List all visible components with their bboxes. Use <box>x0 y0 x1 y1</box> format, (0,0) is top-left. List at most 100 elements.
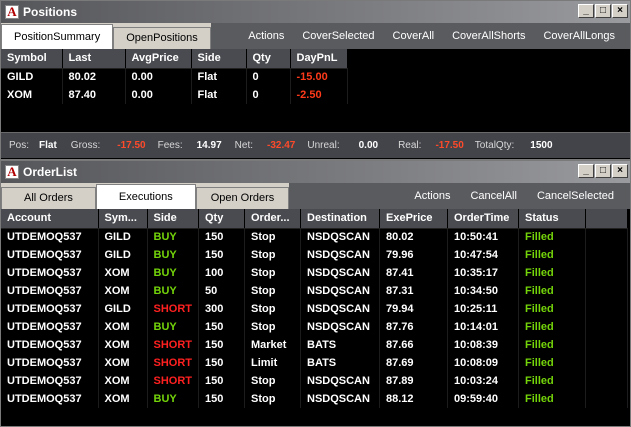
cover-all-button[interactable]: CoverAll <box>384 30 444 42</box>
cell-symbol: GILD <box>98 246 148 264</box>
cell-qty: 150 <box>198 336 245 354</box>
col-header-ordertime[interactable]: OrderTime <box>447 209 519 229</box>
close-button[interactable]: × <box>612 164 628 178</box>
maximize-button[interactable]: □ <box>595 4 611 18</box>
app-logo-icon: A <box>5 5 19 19</box>
tab-all-orders[interactable]: All Orders <box>1 187 96 209</box>
cell-qty: 150 <box>198 390 245 408</box>
totalqty-value: 1500 <box>530 140 553 151</box>
tab-position-summary[interactable]: PositionSummary <box>1 24 114 49</box>
cancel-all-button[interactable]: CancelAll <box>460 190 526 202</box>
table-row[interactable]: XOM 87.40 0.00 Flat 0 -2.50 <box>1 86 348 104</box>
tab-open-positions[interactable]: OpenPositions <box>113 27 211 49</box>
cell-exeprice: 88.12 <box>379 390 448 408</box>
col-header-status[interactable]: Status <box>518 209 586 229</box>
table-row[interactable]: UTDEMOQ537 XOM BUY 100 Stop NSDQSCAN 87.41 10:3… <box>1 264 628 282</box>
cell-side: BUY <box>147 318 199 336</box>
cell-filler <box>585 372 628 390</box>
minimize-button[interactable]: _ <box>578 164 594 178</box>
cell-qty: 300 <box>198 300 245 318</box>
col-header-account[interactable]: Account <box>1 209 99 229</box>
positions-table: Symbol Last AvgPrice Side Qty DayPnL GIL… <box>1 49 348 104</box>
pos-value: Flat <box>39 140 57 151</box>
cell-destination: NSDQSCAN <box>300 372 380 390</box>
cell-ordertime: 10:03:24 <box>447 372 519 390</box>
tab-executions[interactable]: Executions <box>95 184 196 209</box>
table-row[interactable]: UTDEMOQ537 XOM SHORT 150 Stop NSDQSCAN 87.89 10… <box>1 372 628 390</box>
minimize-button[interactable]: _ <box>578 4 594 18</box>
col-header-side[interactable]: Side <box>191 49 247 69</box>
cell-qty: 150 <box>198 246 245 264</box>
cover-all-longs-button[interactable]: CoverAllLongs <box>534 30 624 42</box>
table-row[interactable]: UTDEMOQ537 XOM SHORT 150 Market BATS 87.66 10:0… <box>1 336 628 354</box>
actions-menu[interactable]: Actions <box>404 190 460 202</box>
table-row[interactable]: UTDEMOQ537 XOM BUY 150 Stop NSDQSCAN 88.12 09:5… <box>1 390 628 408</box>
cell-symbol: GILD <box>98 300 148 318</box>
cell-status: Filled <box>518 390 586 408</box>
cell-ordertime: 10:47:54 <box>447 246 519 264</box>
col-header-order-type[interactable]: Order... <box>244 209 301 229</box>
cancel-selected-button[interactable]: CancelSelected <box>527 190 624 202</box>
pos-label: Pos: <box>9 140 30 151</box>
cell-avgprice: 0.00 <box>125 68 192 86</box>
orderlist-window: A OrderList _ □ × All Orders Executions … <box>0 160 631 427</box>
col-header-avgprice[interactable]: AvgPrice <box>125 49 192 69</box>
gross-label: Gross: <box>70 140 101 151</box>
col-header-exeprice[interactable]: ExePrice <box>379 209 448 229</box>
cell-symbol: XOM <box>98 354 148 372</box>
cell-exeprice: 87.31 <box>379 282 448 300</box>
cell-ordertime: 10:08:09 <box>447 354 519 372</box>
orders-table-container: Account Sym... Side Qty Order... Destina… <box>1 209 630 426</box>
cell-filler <box>585 336 628 354</box>
real-value: -17.50 <box>435 140 464 151</box>
cell-exeprice: 87.89 <box>379 372 448 390</box>
positions-statusbar: Pos: Flat Gross: -17.50 Fees: 14.97 Net:… <box>1 132 630 158</box>
cell-status: Filled <box>518 318 586 336</box>
cell-account: UTDEMOQ537 <box>1 336 99 354</box>
col-header-qty[interactable]: Qty <box>198 209 245 229</box>
cell-destination: NSDQSCAN <box>300 300 380 318</box>
cell-last: 87.40 <box>62 86 126 104</box>
cell-symbol: GILD <box>98 228 148 246</box>
table-row[interactable]: UTDEMOQ537 XOM BUY 150 Stop NSDQSCAN 87.76 10:1… <box>1 318 628 336</box>
table-row[interactable]: UTDEMOQ537 GILD BUY 150 Stop NSDQSCAN 79.96 10:… <box>1 246 628 264</box>
cell-exeprice: 79.94 <box>379 300 448 318</box>
cell-side: SHORT <box>147 300 199 318</box>
cell-exeprice: 80.02 <box>379 228 448 246</box>
cell-order-type: Stop <box>244 246 301 264</box>
tab-open-orders[interactable]: Open Orders <box>195 187 290 209</box>
cell-side: BUY <box>147 390 199 408</box>
actions-menu[interactable]: Actions <box>239 30 293 42</box>
cell-account: UTDEMOQ537 <box>1 264 99 282</box>
cell-qty: 100 <box>198 264 245 282</box>
table-row[interactable]: UTDEMOQ537 GILD BUY 150 Stop NSDQSCAN 80.02 10:… <box>1 228 628 246</box>
close-button[interactable]: × <box>612 4 628 18</box>
cell-filler <box>585 354 628 372</box>
positions-table-container: Symbol Last AvgPrice Side Qty DayPnL GIL… <box>1 49 630 132</box>
col-header-destination[interactable]: Destination <box>300 209 380 229</box>
table-row[interactable]: UTDEMOQ537 XOM SHORT 150 Limit BATS 87.69 10:08… <box>1 354 628 372</box>
col-header-side[interactable]: Side <box>147 209 199 229</box>
col-header-symbol[interactable]: Symbol <box>1 49 63 69</box>
orderlist-toolbar: All Orders Executions Open Orders Action… <box>1 183 630 209</box>
cell-symbol: GILD <box>1 68 63 86</box>
cell-symbol: XOM <box>98 372 148 390</box>
maximize-button[interactable]: □ <box>595 164 611 178</box>
cover-selected-button[interactable]: CoverSelected <box>293 30 383 42</box>
cell-status: Filled <box>518 300 586 318</box>
table-row[interactable]: GILD 80.02 0.00 Flat 0 -15.00 <box>1 68 348 86</box>
cell-qty: 0 <box>246 68 291 86</box>
table-row[interactable]: UTDEMOQ537 GILD SHORT 300 Stop NSDQSCAN 79.94 1… <box>1 300 628 318</box>
orderlist-titlebar[interactable]: A OrderList _ □ × <box>1 161 630 183</box>
cell-ordertime: 10:50:41 <box>447 228 519 246</box>
col-header-qty[interactable]: Qty <box>246 49 291 69</box>
totalqty-label: TotalQty: <box>474 140 515 151</box>
positions-titlebar[interactable]: A Positions _ □ × <box>1 1 630 23</box>
table-row[interactable]: UTDEMOQ537 XOM BUY 50 Stop NSDQSCAN 87.31 10:34… <box>1 282 628 300</box>
positions-title: Positions <box>23 5 78 19</box>
col-header-symbol[interactable]: Sym... <box>98 209 148 229</box>
cover-all-shorts-button[interactable]: CoverAllShorts <box>443 30 534 42</box>
cell-account: UTDEMOQ537 <box>1 228 99 246</box>
col-header-last[interactable]: Last <box>62 49 126 69</box>
col-header-daypnl[interactable]: DayPnL <box>290 49 348 69</box>
